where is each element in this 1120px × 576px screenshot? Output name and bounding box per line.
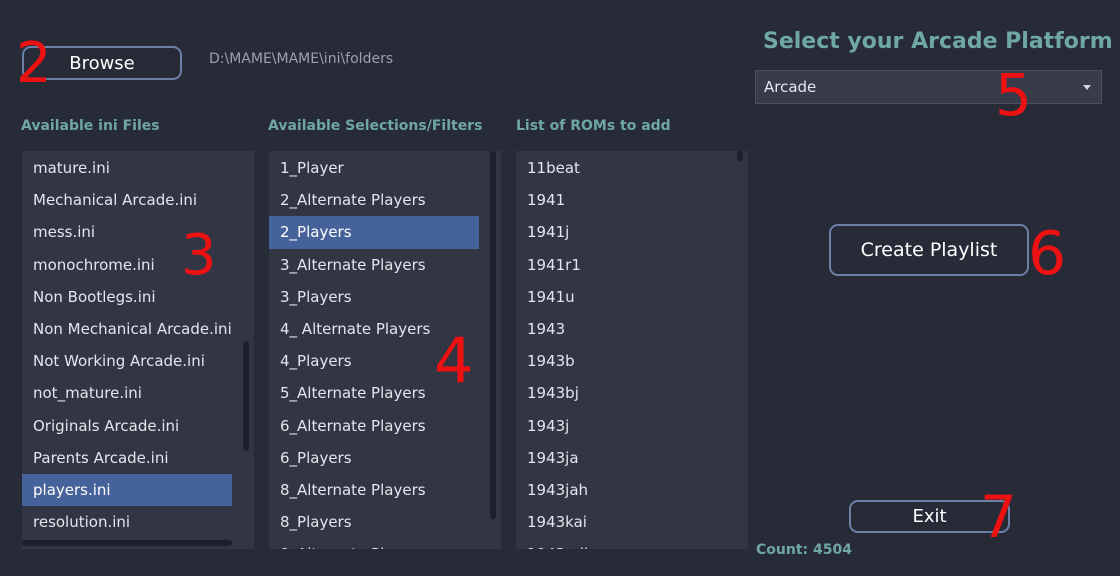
ini-file-item[interactable]: resolution.ini (22, 506, 232, 538)
filters-vscroll[interactable] (490, 151, 496, 519)
filter-item[interactable]: 8_Players (269, 506, 479, 538)
filter-item[interactable]: 2_Players (269, 216, 479, 249)
rom-item[interactable]: 1943ja (516, 442, 736, 474)
filter-item[interactable]: 2_Alternate Players (269, 184, 479, 216)
ini-file-item[interactable]: Originals Arcade.ini (22, 410, 232, 442)
rom-item[interactable]: 1943j (516, 410, 736, 442)
rom-item[interactable]: 1941u (516, 281, 736, 313)
annotation-4: 4 (434, 324, 474, 397)
filter-item[interactable]: 3_Alternate Players (269, 249, 479, 281)
ini-files-list[interactable]: mature.ini Mechanical Arcade.ini mess.ini m… (22, 151, 254, 549)
rom-count: Count: 4504 (756, 542, 852, 558)
platform-selected-value: Arcade (764, 78, 817, 96)
filter-item[interactable]: 9_Alternate Pl (269, 538, 479, 549)
filter-item[interactable]: 1_Player (269, 152, 479, 184)
platform-title: Select your Arcade Platform (763, 29, 1113, 54)
rom-item[interactable]: 1943mii (516, 538, 736, 549)
ini-files-vscroll[interactable] (243, 341, 249, 451)
rom-item[interactable]: 1941j (516, 216, 736, 248)
ini-files-header: Available ini Files (21, 118, 160, 134)
rom-item[interactable]: 1943b (516, 345, 736, 377)
rom-item[interactable]: 1943kai (516, 506, 736, 538)
rom-item[interactable]: 1941 (516, 184, 736, 216)
rom-item[interactable]: 1943 (516, 313, 736, 345)
rom-item[interactable]: 1941r1 (516, 249, 736, 281)
annotation-6: 6 (1028, 219, 1067, 289)
filter-item[interactable]: 3_Players (269, 281, 479, 313)
ini-file-item[interactable]: Not Working Arcade.ini (22, 345, 232, 377)
folder-path: D:\MAME\MAME\ini\folders (209, 51, 394, 67)
chevron-down-icon (1083, 85, 1091, 90)
create-playlist-button[interactable]: Create Playlist (829, 224, 1029, 276)
rom-item[interactable]: 1943jah (516, 474, 736, 506)
ini-file-item[interactable]: Mechanical Arcade.ini (22, 184, 232, 216)
roms-list[interactable]: 11beat 1941 1941j 1941r1 1941u 1943 1943b 1943b… (516, 151, 748, 549)
roms-header: List of ROMs to add (516, 118, 671, 134)
ini-file-item[interactable]: Non Mechanical Arcade.ini (22, 313, 232, 345)
filter-item[interactable]: 8_Alternate Players (269, 474, 479, 506)
ini-file-item[interactable]: mature.ini (22, 152, 232, 184)
platform-dropdown[interactable]: Arcade (755, 70, 1102, 104)
filters-header: Available Selections/Filters (268, 118, 483, 134)
annotation-3: 3 (181, 223, 217, 288)
rom-item[interactable]: 11beat (516, 152, 736, 184)
ini-file-item[interactable]: Parents Arcade.ini (22, 442, 232, 474)
filter-item[interactable]: 6_Players (269, 442, 479, 474)
ini-file-item[interactable]: players.ini (22, 473, 232, 507)
ini-files-hscroll[interactable] (22, 540, 232, 546)
annotation-7: 7 (980, 483, 1017, 551)
annotation-5: 5 (995, 61, 1032, 129)
roms-vscroll[interactable] (737, 151, 743, 161)
ini-file-item[interactable]: not_mature.ini (22, 377, 232, 409)
filter-item[interactable]: 6_Alternate Players (269, 410, 479, 442)
rom-item[interactable]: 1943bj (516, 377, 736, 409)
annotation-2: 2 (16, 31, 52, 96)
